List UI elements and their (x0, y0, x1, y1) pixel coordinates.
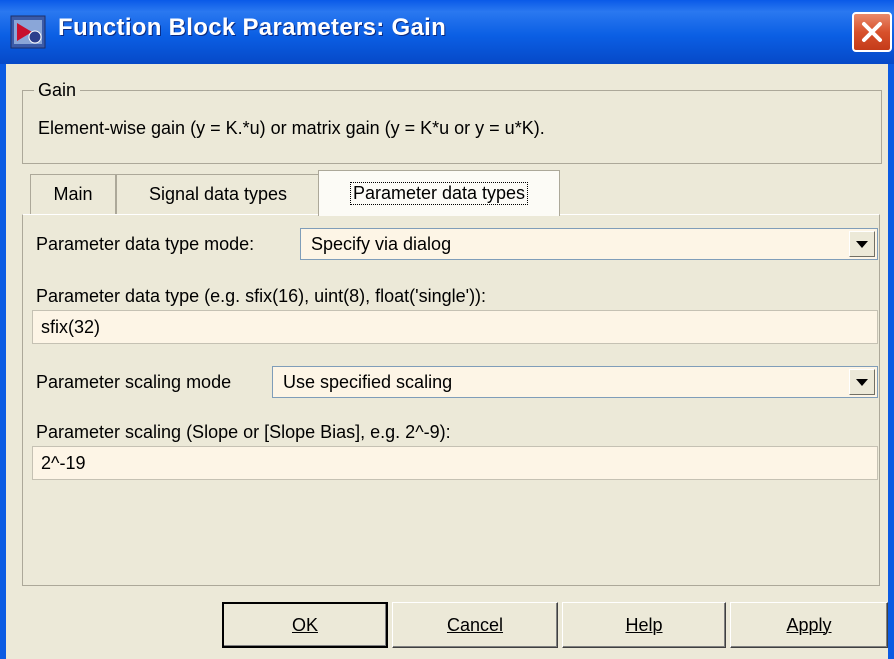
block-description: Element-wise gain (y = K.*u) or matrix g… (38, 118, 545, 138)
dialog-window: Function Block Parameters: Gain Gain Ele… (0, 0, 894, 659)
button-label: OK (291, 614, 318, 635)
chevron-down-icon (856, 241, 868, 248)
cancel-button[interactable]: Cancel (392, 602, 558, 648)
param-scaling-mode-select[interactable]: Use specified scaling (272, 366, 878, 398)
tab-panel (22, 214, 880, 586)
window-title: Function Block Parameters: Gain (58, 14, 447, 41)
window-frame-right (888, 64, 894, 659)
param-data-type-label: Parameter data type (e.g. sfix(16), uint… (36, 286, 487, 306)
tab-label: Main (53, 184, 93, 204)
simulink-block-icon (10, 15, 46, 49)
select-value: Specify via dialog (311, 234, 452, 254)
title-bar[interactable]: Function Block Parameters: Gain (0, 0, 894, 64)
param-data-type-input[interactable] (32, 310, 878, 344)
param-scaling-label: Parameter scaling (Slope or [Slope Bias]… (36, 422, 451, 442)
tab-label: Parameter data types (349, 182, 529, 205)
apply-button[interactable]: Apply (730, 602, 888, 648)
tab-parameter-data-types[interactable]: Parameter data types (318, 170, 560, 216)
ok-button[interactable]: OK (222, 602, 388, 648)
tab-signal-data-types[interactable]: Signal data types (116, 174, 320, 214)
help-button[interactable]: Help (562, 602, 726, 648)
tab-label: Signal data types (148, 184, 288, 204)
button-label: Help (625, 614, 663, 635)
close-button[interactable] (852, 12, 892, 52)
param-data-type-mode-select[interactable]: Specify via dialog (300, 228, 878, 260)
tab-main[interactable]: Main (30, 174, 116, 214)
button-label: Apply (786, 614, 832, 635)
dropdown-button[interactable] (849, 369, 875, 395)
dropdown-button[interactable] (849, 231, 875, 257)
param-scaling-mode-label: Parameter scaling mode (36, 372, 232, 392)
close-icon (862, 22, 882, 42)
chevron-down-icon (856, 379, 868, 386)
select-value: Use specified scaling (283, 372, 453, 392)
window-frame-left (0, 64, 6, 659)
param-data-type-mode-label: Parameter data type mode: (36, 234, 255, 254)
group-legend: Gain (34, 80, 81, 101)
param-scaling-input[interactable] (32, 446, 878, 480)
button-label: Cancel (446, 614, 504, 635)
